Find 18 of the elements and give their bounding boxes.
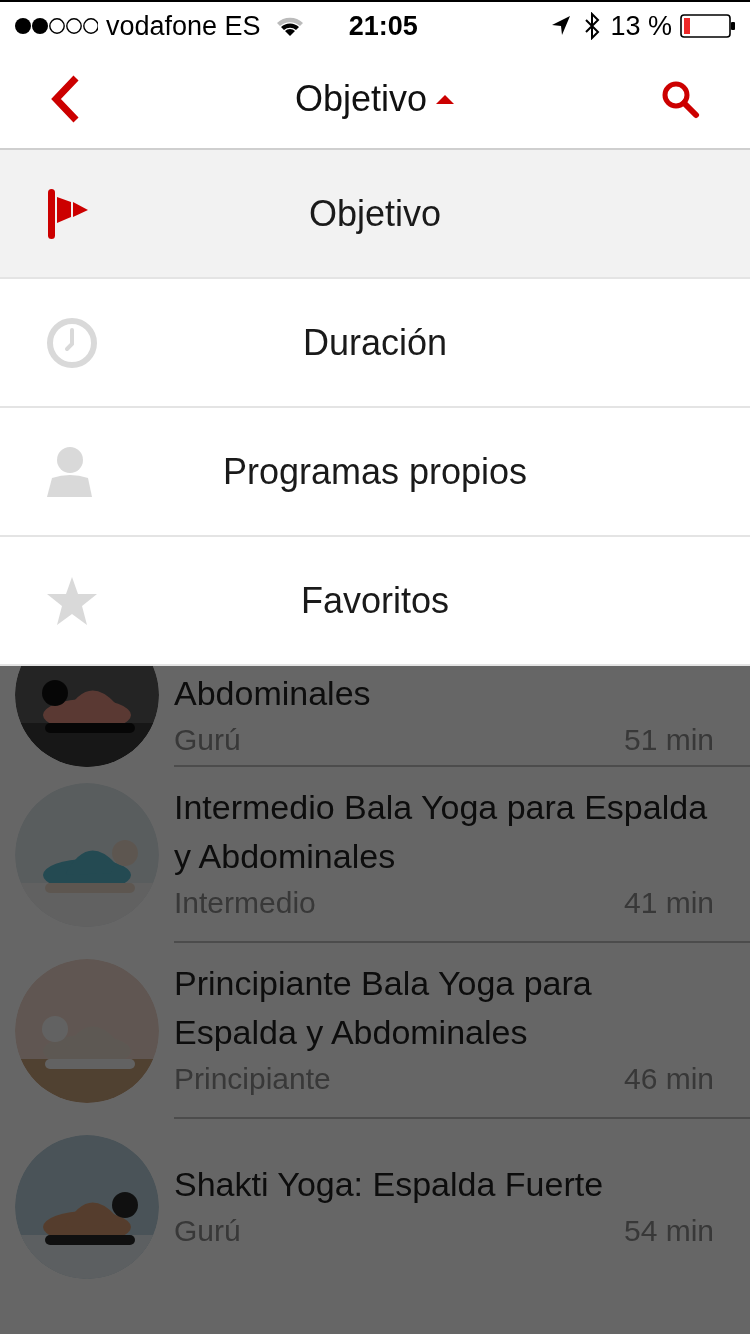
menu-item[interactable]: Objetivo bbox=[0, 150, 750, 279]
back-chevron-icon bbox=[50, 75, 80, 123]
title-dropdown[interactable]: Objetivo bbox=[294, 72, 456, 126]
program-title: Abdominales bbox=[174, 673, 372, 714]
clock-time: 21:05 bbox=[348, 9, 419, 43]
star-icon bbox=[46, 575, 98, 626]
person-icon bbox=[46, 445, 94, 498]
flag-icon bbox=[46, 187, 90, 240]
battery-percentage: 13 % bbox=[610, 9, 672, 43]
carrier-name: vodafone ES bbox=[106, 9, 261, 43]
program-title: Intermedio Bala Yoga para Espalda y Abdominales bbox=[174, 787, 709, 877]
program-title: Shakti Yoga: Espalda Fuerte bbox=[174, 1163, 605, 1205]
signal-icon bbox=[14, 17, 98, 35]
battery-icon bbox=[680, 14, 736, 38]
search-icon bbox=[660, 79, 700, 119]
program-title: Principiante Bala Yoga para Espalda y Abdominales bbox=[174, 963, 593, 1053]
clock-icon bbox=[46, 316, 98, 369]
bluetooth-icon bbox=[584, 12, 601, 40]
